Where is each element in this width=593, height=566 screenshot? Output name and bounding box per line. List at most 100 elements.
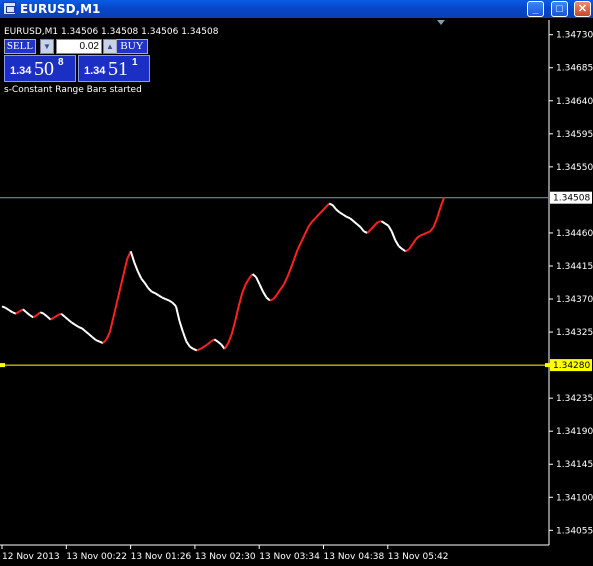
price-segment [95,339,100,343]
price-segment [182,331,188,342]
price-tick-label: 1.34685 [556,64,593,74]
price-segment [269,298,274,302]
price-segment [394,239,400,247]
price-segment [342,213,348,218]
lot-increase-button[interactable]: ▲ [103,39,117,54]
price-segment [161,296,166,300]
price-segment [230,320,237,335]
window-titlebar[interactable]: EURUSD,M1 _ □ ✕ [0,0,593,18]
price-segment [286,267,292,278]
price-segment [401,248,407,253]
price-segment [84,330,90,336]
price-tick-label: 1.34235 [556,394,593,404]
price-segment [258,283,264,293]
sell-price-prefix: 1.34 [10,65,32,77]
price-segment [419,233,424,237]
scroll-marker-icon [437,20,445,25]
price-segment [81,327,87,333]
price-segment [331,204,337,211]
price-segment [241,283,247,294]
time-tick-label: 13 Nov 02:30 [195,552,256,562]
price-segment [346,215,351,220]
price-segment [265,296,271,302]
buy-price-quote[interactable]: 1.34 51 1 [78,55,150,82]
price-tick-label: 1.34145 [556,460,593,470]
price-segment [432,217,438,228]
price-segment [154,292,160,297]
price-segment [25,311,31,316]
price-segment [53,314,59,319]
price-segment [189,345,194,350]
price-segment [165,298,170,302]
price-tick-label: 1.34730 [556,31,593,41]
time-tick-label: 12 Nov 2013 [2,552,60,562]
price-tick-label: 1.34055 [556,526,593,536]
chart-area[interactable]: 1.34730 1.34685 1.34640 1.34595 1.34550 1.344… [0,18,593,566]
price-segment [22,308,28,314]
price-segment [405,248,410,253]
price-segment [373,221,379,227]
price-segment [36,311,41,316]
sell-button[interactable]: SELL [4,39,36,54]
price-segment [289,258,296,269]
price-segment [71,321,76,326]
buy-price-pips: 51 [108,58,128,80]
price-tick-label: 1.34415 [556,262,593,272]
price-segment [352,220,358,225]
price-segment [60,312,66,318]
price-segment [196,348,201,352]
price-segment [349,217,355,222]
price-segment [223,342,230,350]
lot-size-input[interactable]: 0.02 [56,39,102,54]
sell-price-quote[interactable]: 1.34 50 8 [4,55,76,82]
price-segment [158,294,163,299]
price-segment [408,243,414,250]
price-segment [102,338,108,344]
price-tick-label: 1.34640 [556,97,593,107]
price-segment [377,220,382,223]
price-tick-label: 1.34460 [556,229,593,239]
price-segment [115,287,122,303]
price-segment [199,345,205,350]
price-tick-label: 1.34100 [556,493,593,503]
price-segment [18,308,24,313]
price-segment [439,197,445,208]
price-segment [237,292,244,307]
price-segment [356,223,362,228]
price-segment [390,231,397,241]
lot-decrease-button[interactable]: ▼ [40,39,54,54]
price-segment [429,226,435,233]
price-segment [136,270,143,279]
price-segment [206,340,212,346]
price-segment [339,211,344,216]
price-segment [213,338,219,343]
price-chart[interactable]: 1.34730 1.34685 1.34640 1.34595 1.34550 1.344… [0,18,593,566]
buy-button[interactable]: BUY [116,39,148,54]
price-segment [178,320,184,333]
price-segment [29,314,34,319]
price-segment [64,315,69,321]
minimize-button[interactable]: _ [527,1,544,17]
price-segment [122,258,129,274]
time-tick-label: 13 Nov 04:38 [324,552,385,562]
price-segment [303,226,310,235]
price-segment [380,220,386,225]
level-line-handle-left [0,363,5,368]
price-segment [140,277,146,284]
price-segment [185,341,191,348]
price-tick-label: 1.34190 [556,427,593,437]
price-segment [112,302,118,318]
level-price-label: 1.34280 [553,361,590,371]
price-segment [50,316,55,321]
price-segment [276,288,282,296]
price-segment [133,261,139,272]
time-tick-label: 13 Nov 01:26 [131,552,192,562]
level-line-handle-right [545,363,550,368]
price-segment [262,291,268,299]
close-button[interactable]: ✕ [574,1,591,17]
price-tick-label: 1.34550 [556,163,593,173]
time-tick-label: 13 Nov 00:22 [66,552,127,562]
maximize-button[interactable]: □ [551,1,568,17]
price-segment [272,293,278,300]
current-price-label: 1.34508 [553,194,590,204]
